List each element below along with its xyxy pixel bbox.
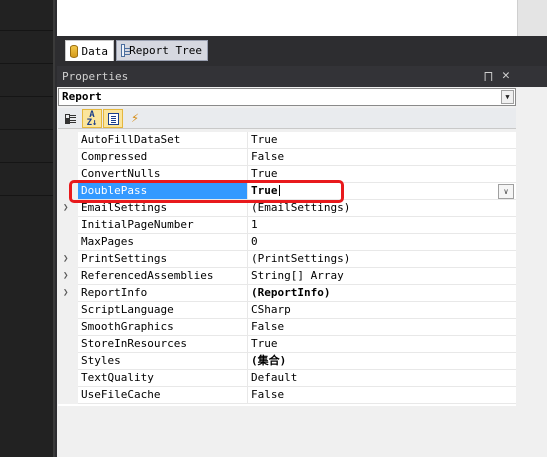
tab-data[interactable]: Data — [65, 40, 114, 61]
property-row[interactable]: MaxPages 0 — [58, 234, 516, 251]
property-row[interactable]: ScriptLanguage CSharp — [58, 302, 516, 319]
report-tree-icon — [121, 44, 131, 57]
database-icon — [70, 44, 78, 58]
property-name: ReferencedAssemblies — [78, 268, 248, 285]
property-row[interactable]: Compressed False — [58, 149, 516, 166]
property-value[interactable]: False — [248, 387, 516, 404]
property-name: UseFileCache — [78, 387, 248, 404]
dock-divider — [0, 63, 55, 64]
property-pages-icon — [107, 112, 119, 125]
property-row[interactable]: InitialPageNumber 1 — [58, 217, 516, 234]
property-row[interactable]: ❯ ReportInfo (ReportInfo) — [58, 285, 516, 302]
property-row[interactable]: ❯ PrintSettings (PrintSettings) — [58, 251, 516, 268]
alphabetical-sort-icon: A Z↓ — [86, 109, 98, 128]
property-value[interactable]: (PrintSettings) — [248, 251, 516, 268]
property-value[interactable]: CSharp — [248, 302, 516, 319]
property-value[interactable]: True — [248, 166, 516, 183]
data-tree-content — [57, 0, 517, 36]
property-row[interactable]: ❯ EmailSettings (EmailSettings) — [58, 200, 516, 217]
property-row[interactable]: TextQuality Default — [58, 370, 516, 387]
categorized-icon — [64, 113, 76, 124]
dock-edge — [53, 0, 55, 457]
text-caret — [278, 185, 280, 196]
tab-data-label: Data — [81, 44, 109, 58]
close-icon[interactable]: ✕ — [502, 68, 510, 83]
tab-strip: Data Report Tree — [57, 36, 547, 64]
properties-toolbar: A Z↓ ⚡ — [58, 108, 516, 129]
property-name: TextQuality — [78, 370, 248, 387]
property-name: ConvertNulls — [78, 166, 248, 183]
property-name: EmailSettings — [78, 200, 248, 217]
categorized-button[interactable] — [60, 109, 80, 128]
property-row-selected[interactable]: DoublePass True ∨ — [58, 183, 516, 200]
properties-header-extension — [517, 66, 547, 87]
property-value[interactable]: (EmailSettings) — [248, 200, 516, 217]
property-name: PrintSettings — [78, 251, 248, 268]
vertical-scrollbar[interactable] — [517, 0, 547, 36]
properties-panel-margin — [517, 87, 547, 457]
property-value[interactable]: False — [248, 319, 516, 336]
property-value[interactable]: True — [248, 132, 516, 149]
properties-title: Properties — [62, 70, 129, 83]
properties-header: Properties — [57, 66, 517, 87]
property-name: SmoothGraphics — [78, 319, 248, 336]
property-value[interactable]: 1 — [248, 217, 516, 234]
property-value[interactable]: True — [248, 336, 516, 353]
property-name: ScriptLanguage — [78, 302, 248, 319]
property-value[interactable]: (集合) — [248, 353, 516, 370]
property-row[interactable]: AutoFillDataSet True — [58, 132, 516, 149]
property-name: InitialPageNumber — [78, 217, 248, 234]
property-row[interactable]: Styles (集合) — [58, 353, 516, 370]
property-row[interactable]: SmoothGraphics False — [58, 319, 516, 336]
dock-divider — [0, 30, 55, 31]
property-grid: AutoFillDataSet True Compressed False Co… — [58, 132, 516, 406]
alphabetical-sort-button[interactable]: A Z↓ — [82, 109, 102, 128]
tab-report-tree[interactable]: Report Tree — [116, 40, 208, 61]
property-pages-button[interactable] — [103, 109, 123, 128]
property-row[interactable]: StoreInResources True — [58, 336, 516, 353]
object-selector-value: Report — [62, 90, 102, 103]
property-name: DoublePass — [78, 183, 248, 200]
property-value[interactable]: (ReportInfo) — [248, 285, 516, 302]
property-value[interactable]: 0 — [248, 234, 516, 251]
property-value-editor[interactable]: True — [248, 183, 516, 200]
dock-divider — [0, 129, 55, 130]
chevron-down-icon[interactable]: ▼ — [501, 90, 514, 104]
dock-divider — [0, 96, 55, 97]
property-name: Compressed — [78, 149, 248, 166]
tab-report-tree-label: Report Tree — [129, 44, 202, 57]
property-value[interactable]: Default — [248, 370, 516, 387]
events-button[interactable]: ⚡ — [125, 109, 145, 128]
expand-arrow-icon[interactable]: ❯ — [63, 203, 68, 214]
property-name: MaxPages — [78, 234, 248, 251]
property-name: ReportInfo — [78, 285, 248, 302]
left-dock-strip — [0, 0, 55, 457]
dock-divider — [0, 195, 55, 196]
property-name: StoreInResources — [78, 336, 248, 353]
chevron-down-icon[interactable]: ∨ — [498, 184, 514, 199]
object-selector[interactable]: Report ▼ — [58, 88, 516, 106]
property-value[interactable]: False — [248, 149, 516, 166]
property-name: AutoFillDataSet — [78, 132, 248, 149]
dock-divider — [0, 162, 55, 163]
pin-icon[interactable]: ⨅ — [484, 70, 493, 84]
property-row[interactable]: ConvertNulls True — [58, 166, 516, 183]
property-name: Styles — [78, 353, 248, 370]
property-value[interactable]: String[] Array — [248, 268, 516, 285]
expand-arrow-icon[interactable]: ❯ — [63, 254, 68, 265]
property-row[interactable]: ❯ ReferencedAssemblies String[] Array — [58, 268, 516, 285]
events-lightning-icon: ⚡ — [131, 111, 139, 126]
expand-arrow-icon[interactable]: ❯ — [63, 271, 68, 282]
property-row[interactable]: UseFileCache False — [58, 387, 516, 404]
expand-arrow-icon[interactable]: ❯ — [63, 288, 68, 299]
